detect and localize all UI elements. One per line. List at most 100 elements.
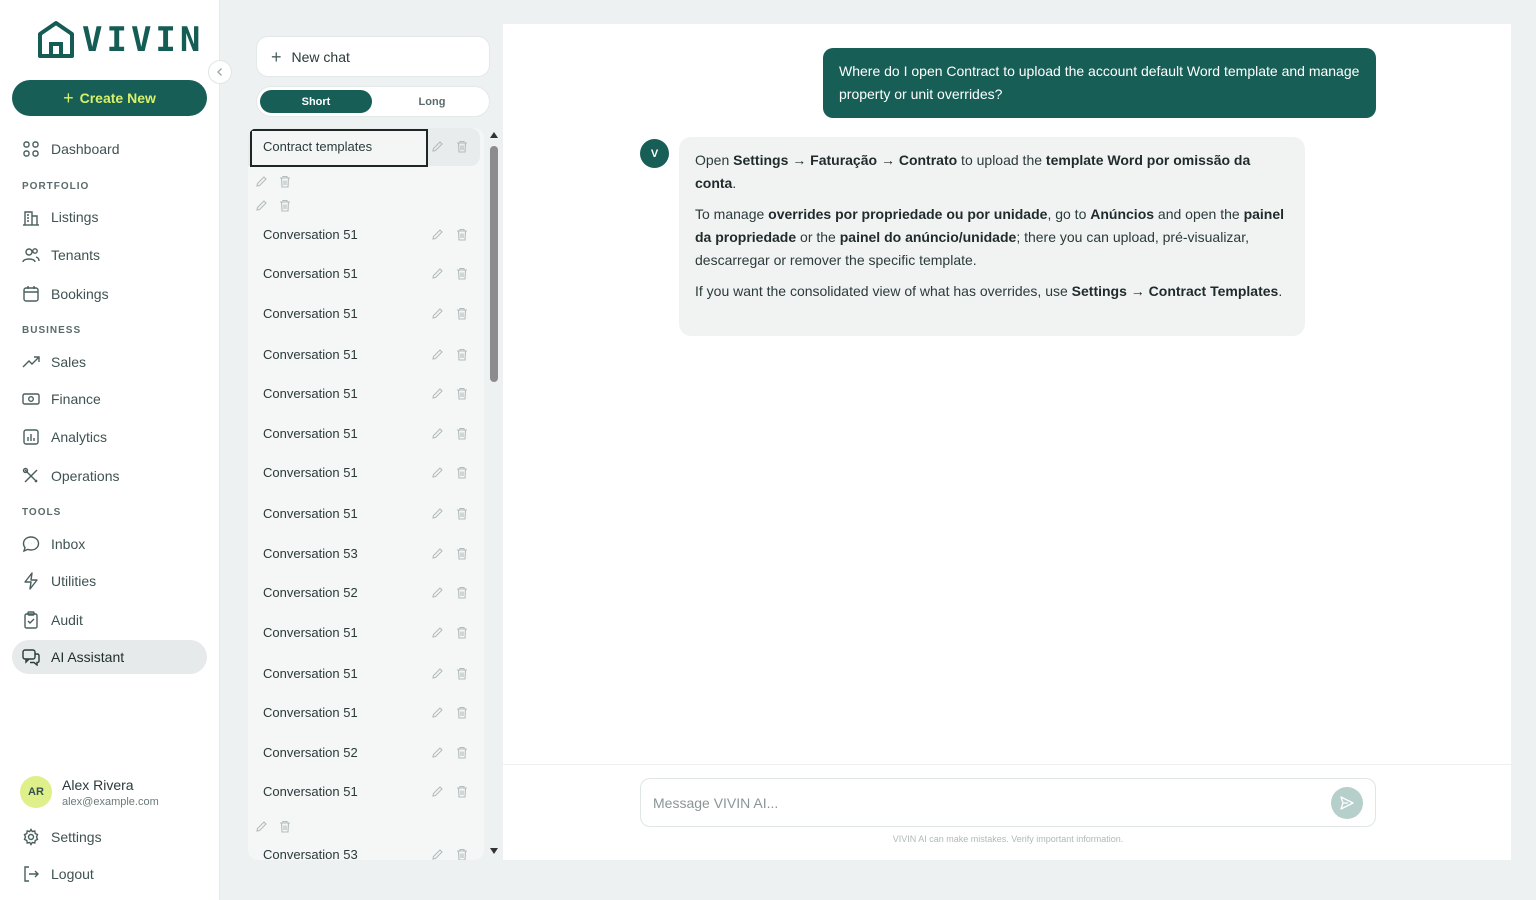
conversation-item[interactable]: Conversation 51	[248, 773, 480, 811]
trash-icon[interactable]	[456, 267, 468, 285]
conversation-item[interactable]: Contract templates	[248, 128, 480, 167]
trash-icon[interactable]	[456, 547, 468, 565]
tools-icon	[22, 467, 38, 483]
pencil-icon[interactable]	[431, 228, 444, 246]
trash-icon[interactable]	[456, 387, 468, 405]
short-mode-button[interactable]: Short	[260, 90, 372, 113]
pencil-icon[interactable]	[431, 706, 444, 724]
trash-icon[interactable]	[456, 348, 468, 366]
sidebar-item-bookings[interactable]: Bookings	[12, 277, 207, 311]
collapse-sidebar-button[interactable]	[208, 60, 232, 84]
conversation-item[interactable]: Conversation 52	[248, 574, 480, 612]
trash-icon[interactable]	[456, 307, 468, 325]
sidebar-item-label: Finance	[51, 391, 101, 407]
trash-icon[interactable]	[456, 466, 468, 484]
trash-icon[interactable]	[456, 586, 468, 604]
conversation-item[interactable]: Conversation 51	[248, 454, 480, 492]
trash-icon[interactable]	[456, 626, 468, 644]
pencil-icon[interactable]	[431, 848, 444, 860]
conversation-item[interactable]: Conversation 51	[248, 295, 480, 333]
trash-icon[interactable]	[456, 228, 468, 246]
conversation-title: Contract templates	[263, 139, 373, 154]
pencil-icon[interactable]	[255, 199, 268, 217]
scrollbar-thumb[interactable]	[490, 146, 498, 382]
sidebar-item-analytics[interactable]: Analytics	[12, 420, 207, 454]
user-message: Where do I open Contract to upload the a…	[823, 48, 1376, 118]
conversation-title: Conversation 51	[263, 625, 358, 640]
pencil-icon[interactable]	[431, 348, 444, 366]
pencil-icon[interactable]	[431, 307, 444, 325]
conversation-item[interactable]: Conversation 51	[248, 694, 480, 732]
pencil-icon[interactable]	[431, 140, 444, 158]
section-tools: TOOLS	[22, 507, 62, 518]
assistant-paragraph: To manage overrides por propriedade ou p…	[695, 206, 1285, 268]
sidebar-item-operations[interactable]: Operations	[12, 459, 207, 493]
trash-icon[interactable]	[279, 199, 291, 217]
pencil-icon[interactable]	[431, 586, 444, 604]
sidebar-item-logout[interactable]: Logout	[12, 857, 207, 891]
conversation-item[interactable]: Conversation 51	[248, 375, 480, 413]
pencil-icon[interactable]	[431, 387, 444, 405]
response-length-toggle: Short Long	[256, 86, 490, 117]
pencil-icon[interactable]	[431, 267, 444, 285]
disclaimer-text: VIVIN AI can make mistakes. Verify impor…	[892, 834, 1124, 844]
conversation-list-scrollbar[interactable]	[488, 132, 500, 860]
trash-icon[interactable]	[456, 706, 468, 724]
conversation-item[interactable]: Conversation 51	[248, 255, 480, 293]
trash-icon[interactable]	[279, 175, 291, 193]
conversation-title: Conversation 53	[263, 847, 358, 860]
user-profile[interactable]: AR Alex Rivera alex@example.com	[20, 776, 159, 808]
pencil-icon[interactable]	[431, 746, 444, 764]
trash-icon[interactable]	[456, 427, 468, 445]
conversation-item[interactable]	[248, 196, 480, 218]
create-new-button[interactable]: + Create New	[12, 80, 207, 116]
pencil-icon[interactable]	[431, 466, 444, 484]
trash-icon[interactable]	[456, 140, 468, 158]
pencil-icon[interactable]	[431, 785, 444, 803]
conversation-item[interactable]: Conversation 53	[248, 535, 480, 573]
conversation-item[interactable]: Conversation 51	[248, 415, 480, 453]
new-chat-button[interactable]: + New chat	[256, 36, 490, 77]
scroll-up-arrow-icon[interactable]	[490, 132, 498, 138]
scroll-down-arrow-icon[interactable]	[490, 848, 498, 854]
trash-icon[interactable]	[456, 507, 468, 525]
pencil-icon[interactable]	[431, 547, 444, 565]
conversation-item[interactable]: Conversation 51	[248, 336, 480, 374]
trash-icon[interactable]	[456, 667, 468, 685]
sidebar: VIVIN + Create New Dashboard PORTFOLIO L…	[0, 0, 220, 900]
trash-icon[interactable]	[456, 848, 468, 860]
pencil-icon[interactable]	[431, 507, 444, 525]
conversation-item[interactable]	[248, 172, 480, 194]
sidebar-item-utilities[interactable]: Utilities	[12, 564, 207, 598]
pencil-icon[interactable]	[431, 427, 444, 445]
conversation-title: Conversation 51	[263, 306, 358, 321]
pencil-icon[interactable]	[431, 626, 444, 644]
sidebar-item-tenants[interactable]: Tenants	[12, 238, 207, 272]
conversation-item[interactable]: Conversation 51	[248, 614, 480, 652]
pencil-icon[interactable]	[431, 667, 444, 685]
assistant-paragraph: If you want the consolidated view of wha…	[695, 283, 1283, 299]
trash-icon[interactable]	[456, 785, 468, 803]
trash-icon[interactable]	[456, 746, 468, 764]
sidebar-item-listings[interactable]: Listings	[12, 200, 207, 234]
conversation-item[interactable]: Conversation 51	[248, 495, 480, 533]
conversation-item[interactable]: Conversation 51	[248, 216, 480, 254]
conversation-item[interactable]: Conversation 53	[248, 836, 480, 860]
sidebar-item-inbox[interactable]: Inbox	[12, 527, 207, 561]
sidebar-item-ai-assistant[interactable]: AI Assistant	[12, 640, 207, 674]
section-portfolio: PORTFOLIO	[22, 181, 90, 192]
conversation-title: Conversation 51	[263, 465, 358, 480]
long-mode-button[interactable]: Long	[376, 90, 488, 113]
pencil-icon[interactable]	[255, 175, 268, 193]
vivin-logo[interactable]: VIVIN	[36, 20, 204, 60]
send-button[interactable]	[1331, 787, 1363, 819]
conversation-item[interactable]: Conversation 51	[248, 655, 480, 693]
message-input[interactable]	[653, 791, 1313, 815]
conversation-item[interactable]: Conversation 52	[248, 734, 480, 772]
sidebar-item-sales[interactable]: Sales	[12, 345, 207, 379]
sidebar-item-label: Listings	[51, 209, 99, 225]
sidebar-item-settings[interactable]: Settings	[12, 820, 207, 854]
sidebar-item-dashboard[interactable]: Dashboard	[12, 132, 207, 166]
sidebar-item-finance[interactable]: Finance	[12, 382, 207, 416]
sidebar-item-audit[interactable]: Audit	[12, 603, 207, 637]
